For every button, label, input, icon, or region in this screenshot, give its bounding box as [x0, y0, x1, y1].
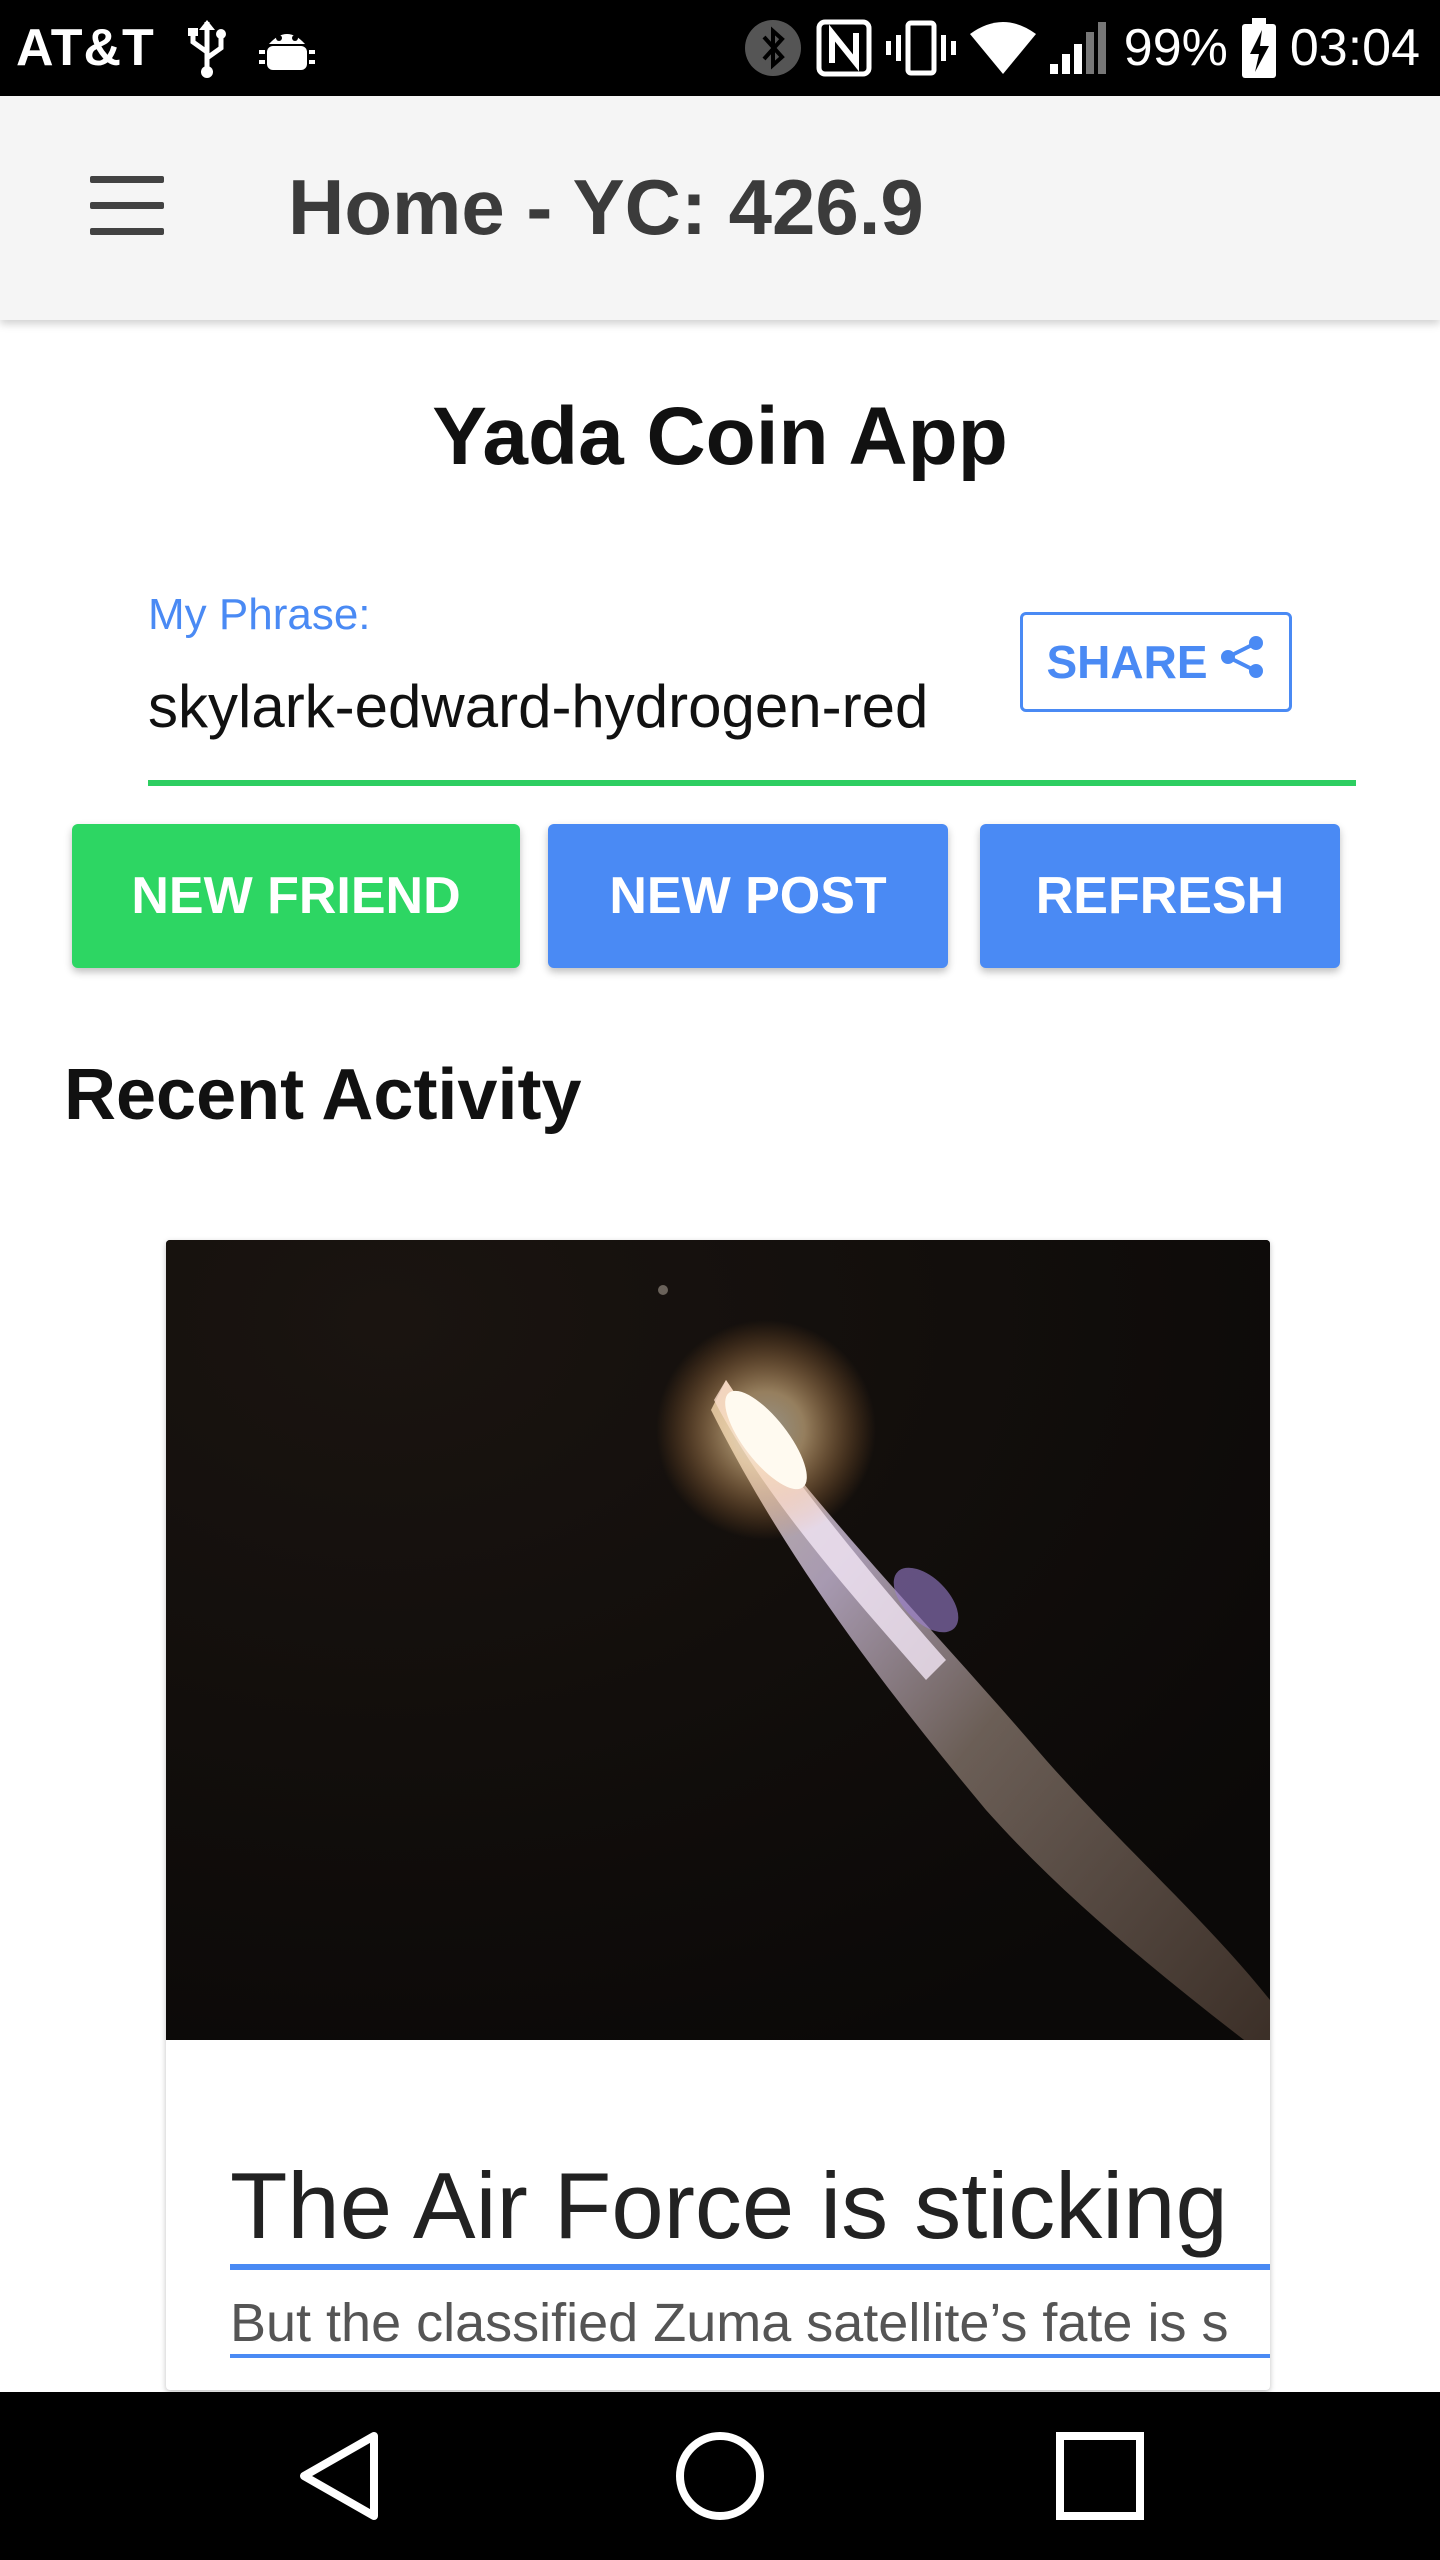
home-icon[interactable]: [670, 2426, 770, 2526]
menu-icon[interactable]: [90, 176, 166, 236]
page-title: Home - YC: 426.9: [288, 163, 924, 251]
recents-icon[interactable]: [1050, 2426, 1150, 2526]
share-icon: [1218, 633, 1266, 692]
section-title: Recent Activity: [64, 1055, 582, 1135]
usb-icon: [185, 18, 229, 78]
carrier-name: AT&T: [16, 19, 155, 77]
activity-card[interactable]: The Air Force is sticking But the classi…: [166, 1240, 1270, 2390]
new-friend-button[interactable]: NEW FRIEND: [72, 824, 520, 968]
card-headline-link[interactable]: The Air Force is sticking: [230, 2150, 1270, 2270]
nfc-icon: [816, 19, 872, 77]
share-button-label: SHARE: [1046, 636, 1208, 688]
android-debug-icon: [258, 18, 315, 78]
navigation-bar: [0, 2392, 1440, 2560]
card-image[interactable]: [166, 1240, 1270, 2060]
refresh-button[interactable]: REFRESH: [980, 824, 1340, 968]
card-subtitle-link[interactable]: But the classified Zuma satellite’s fate…: [230, 2292, 1270, 2358]
share-button[interactable]: SHARE: [1020, 612, 1292, 712]
app-title: Yada Coin App: [432, 391, 1008, 482]
vibrate-icon: [885, 19, 956, 77]
app-bar: Home - YC: 426.9: [0, 96, 1440, 320]
new-post-button[interactable]: NEW POST: [548, 824, 948, 968]
back-icon[interactable]: [290, 2426, 390, 2526]
phrase-label: My Phrase:: [148, 590, 371, 639]
battery-charging-icon: [1241, 18, 1276, 78]
wifi-icon: [969, 20, 1036, 76]
phrase-field[interactable]: skylark-edward-hydrogen-red: [148, 672, 928, 741]
phrase-field-underline: [148, 780, 1356, 786]
status-bar: AT&T 99% 03:04: [0, 0, 1440, 96]
signal-icon: [1049, 20, 1110, 76]
bluetooth-icon: [744, 19, 802, 77]
battery-percent: 99%: [1123, 19, 1228, 77]
clock: 03:04: [1289, 19, 1420, 77]
